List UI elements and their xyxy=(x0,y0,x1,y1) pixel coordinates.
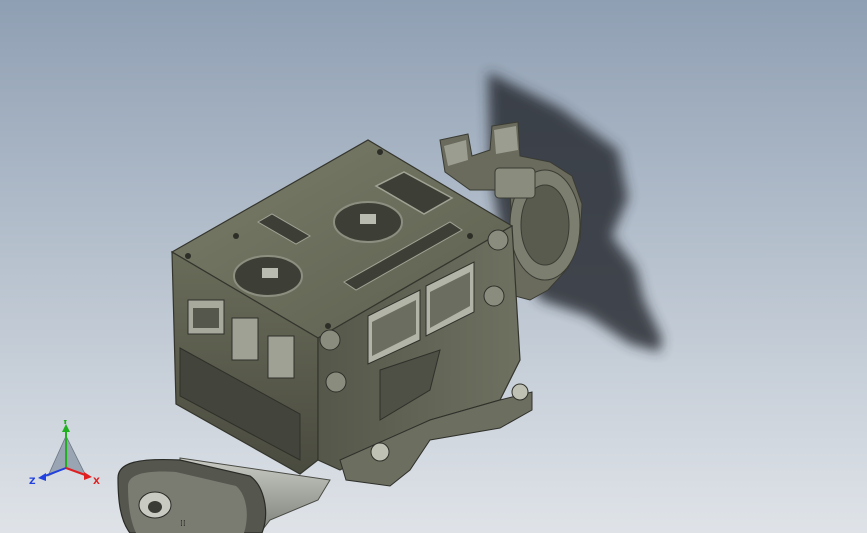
z-axis-label: Z xyxy=(29,477,36,487)
3d-viewport[interactable]: ⁞⁞ Y X Z xyxy=(0,0,867,533)
z-arrow-icon xyxy=(38,473,46,481)
x-arrow-icon xyxy=(84,472,92,480)
y-axis-label: Y xyxy=(61,420,69,427)
x-axis-label: X xyxy=(93,477,100,487)
svg-text:⁞⁞: ⁞⁞ xyxy=(180,519,186,529)
axis-triad: Y X Z xyxy=(29,420,100,487)
cad-model-scene[interactable]: ⁞⁞ xyxy=(0,0,867,533)
